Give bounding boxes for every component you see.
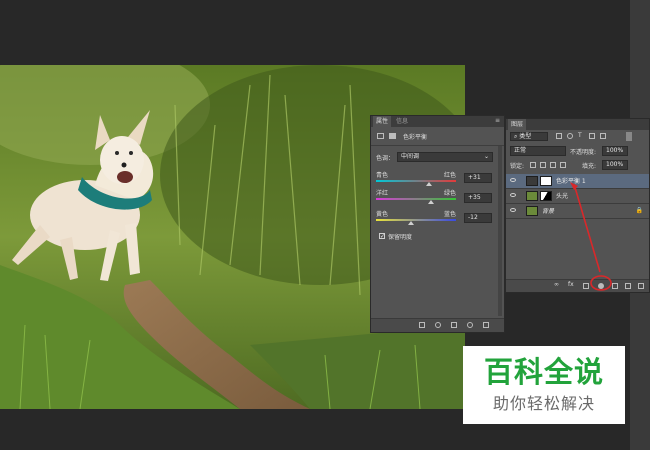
eye-icon[interactable] (510, 208, 516, 212)
tab-info[interactable]: 信息 (393, 116, 411, 127)
eye-icon[interactable] (510, 178, 516, 182)
right-dock-strip (630, 0, 650, 118)
properties-tabbar: 属性 信息 ≡ (371, 116, 504, 127)
layer-name[interactable]: 背景 (542, 204, 554, 219)
visibility-icon[interactable] (467, 322, 473, 328)
properties-scrollbar[interactable] (498, 146, 502, 316)
preserve-luminosity-checkbox[interactable]: ✓ (379, 233, 385, 240)
tone-select-value: 中间调 (401, 153, 420, 160)
watermark-title: 百科全说 (483, 355, 604, 389)
opacity-input[interactable]: 100% (602, 146, 628, 156)
right-dock-strip-lower (630, 293, 650, 450)
layer-thumbnail (526, 206, 538, 216)
yellow-blue-thumb[interactable] (408, 221, 414, 225)
chevron-down-icon: ⌄ (483, 153, 489, 160)
annotation-arrow (570, 182, 612, 291)
yellow-blue-slider[interactable] (376, 219, 456, 221)
layer-filter-select[interactable]: ⌕ 类型 (510, 132, 548, 141)
filter-adjustment-icon[interactable] (567, 133, 573, 139)
adjustment-balance-icon (377, 133, 384, 139)
magenta-green-value[interactable]: +35 (464, 193, 492, 203)
slider-green-label: 绿色 (444, 190, 457, 197)
eye-icon[interactable] (510, 193, 516, 197)
slider-yellow-label: 黄色 (376, 211, 389, 218)
tone-label: 色调： (376, 155, 395, 162)
tab-properties[interactable]: 属性 (373, 116, 392, 127)
blend-mode-select[interactable]: 正常 (510, 146, 566, 156)
filter-type-icon[interactable]: T (578, 132, 582, 139)
lock-image-icon[interactable] (540, 162, 546, 168)
new-layer-icon[interactable] (625, 283, 631, 289)
watermark-logo: 百科全说 助你轻松解决 (463, 346, 625, 424)
blend-mode-value: 正常 (514, 147, 527, 154)
tone-select[interactable]: 中间调 ⌄ (397, 152, 493, 162)
lock-all-icon[interactable] (560, 162, 566, 168)
link-layers-icon[interactable]: ∞ (554, 281, 559, 288)
properties-panel: 属性 信息 ≡ 色彩平衡 色调： 中间调 ⌄ 青色 红色 +31 洋红 绿色 +… (370, 115, 505, 333)
filter-kind-value: 类型 (519, 133, 532, 140)
magenta-green-thumb[interactable] (428, 200, 434, 204)
panel-menu-icon[interactable]: ≡ (495, 117, 500, 124)
search-icon: ⌕ (514, 133, 518, 140)
cyan-red-value[interactable]: +31 (464, 173, 492, 183)
adjustment-layer-icon (526, 176, 538, 186)
lock-icon[interactable]: 🔒 (636, 207, 643, 214)
lock-position-icon[interactable] (550, 162, 556, 168)
preserve-luminosity-label: 保留明度 (388, 234, 413, 241)
reset-icon[interactable] (451, 322, 457, 328)
magenta-green-slider[interactable] (376, 198, 456, 200)
lock-transparent-icon[interactable] (530, 162, 536, 168)
fill-input[interactable]: 100% (602, 160, 628, 170)
cyan-red-thumb[interactable] (426, 182, 432, 186)
filter-smart-icon[interactable] (600, 133, 606, 139)
tab-layers[interactable]: 图层 (508, 119, 527, 130)
layer-mask-thumbnail[interactable] (540, 191, 552, 201)
watermark-subtitle: 助你轻松解决 (492, 394, 595, 413)
divider (371, 145, 504, 146)
filter-shape-icon[interactable] (589, 133, 595, 139)
view-previous-icon[interactable] (435, 322, 441, 328)
delete-icon[interactable] (483, 322, 489, 328)
layer-mask-thumbnail[interactable] (540, 176, 552, 186)
fill-label: 填充: (582, 163, 597, 170)
opacity-label: 不透明度: (570, 149, 597, 156)
slider-blue-label: 蓝色 (444, 211, 457, 218)
filter-toggle[interactable] (626, 132, 632, 141)
slider-magenta-label: 洋红 (376, 190, 389, 197)
lock-label: 锁定: (510, 163, 525, 170)
trash-icon[interactable] (638, 283, 644, 289)
properties-footer (371, 318, 504, 332)
layers-tabbar: 图层 (506, 119, 649, 130)
cyan-red-slider[interactable] (376, 180, 456, 182)
clip-to-layer-icon[interactable] (419, 322, 425, 328)
layer-thumbnail (526, 191, 538, 201)
slider-cyan-label: 青色 (376, 172, 389, 179)
adjustment-title: 色彩平衡 (403, 134, 428, 141)
mask-icon[interactable] (389, 133, 396, 139)
filter-pixel-icon[interactable] (556, 133, 562, 139)
slider-red-label: 红色 (444, 172, 457, 179)
yellow-blue-value[interactable]: -12 (464, 213, 492, 223)
